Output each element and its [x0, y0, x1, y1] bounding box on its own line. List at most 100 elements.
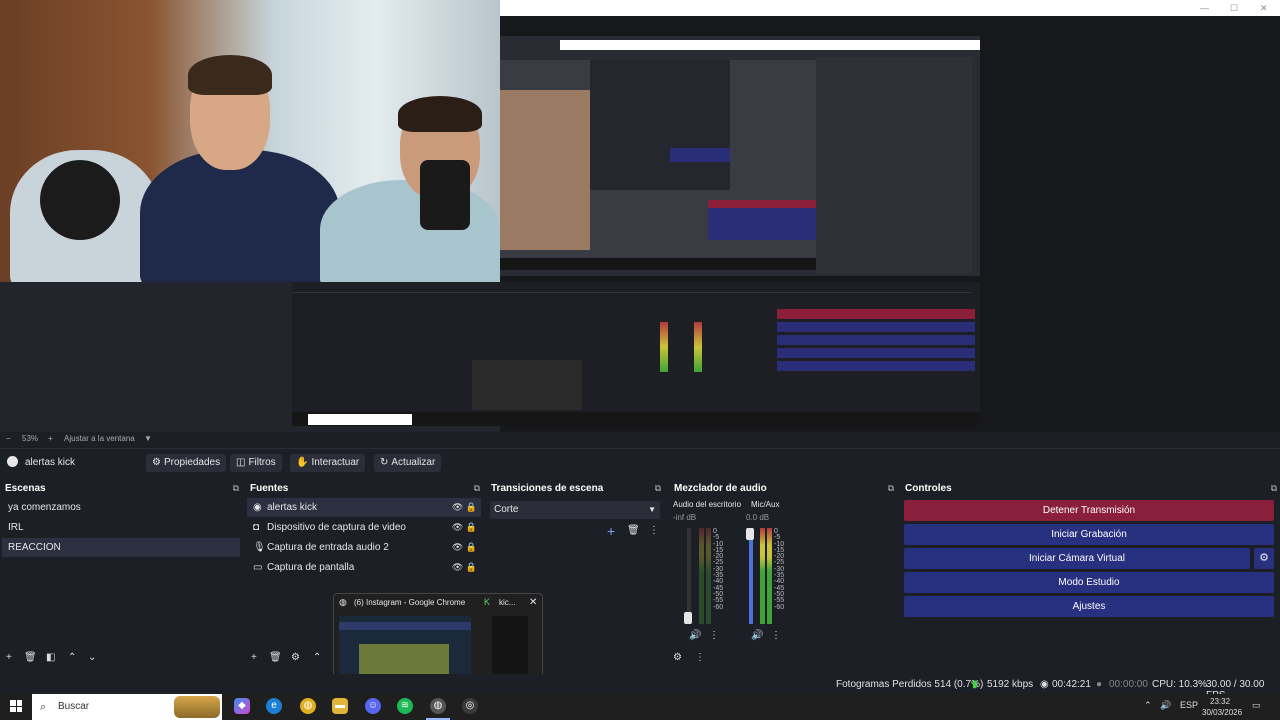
speaker-icon[interactable]: 🔊 [751, 630, 763, 641]
mixer-footer: ⚙ ⋮ [669, 652, 897, 666]
undock-icon[interactable]: ⧉ [233, 483, 239, 494]
notification-icon[interactable]: ▭ [1252, 700, 1261, 711]
scene-filters-icon[interactable]: ◧ [46, 652, 55, 663]
move-down-icon[interactable]: ⌄ [88, 652, 96, 663]
virtual-camera-settings-icon[interactable]: ⚙ [1254, 548, 1274, 569]
zoom-out-button[interactable]: − [6, 434, 11, 443]
clock-time[interactable]: 23:32 [1210, 697, 1230, 706]
volume-slider-handle[interactable] [684, 612, 692, 624]
filters-button[interactable]: ◫ Filtros [230, 454, 282, 472]
chevron-down-icon[interactable]: ▼ [144, 434, 152, 443]
interact-button[interactable]: ✋ Interactuar [290, 454, 366, 472]
window-title[interactable]: kic... [499, 598, 515, 607]
source-properties-icon[interactable]: ⚙ [291, 652, 300, 663]
add-scene-icon[interactable]: + [6, 652, 12, 663]
audio-meter [760, 528, 765, 624]
undock-icon[interactable]: ⧉ [655, 483, 661, 494]
search-highlight-image [174, 696, 220, 718]
settings-button[interactable]: Ajustes [904, 596, 1274, 617]
more-icon[interactable]: ⋮ [695, 652, 705, 663]
selected-source-name: alertas kick [25, 457, 76, 468]
eye-icon[interactable]: 👁 [452, 562, 463, 572]
nested-titlebar: — ☐ ✕ [500, 0, 1280, 16]
advanced-audio-icon[interactable]: ⚙ [673, 652, 682, 663]
meter-scale: 0 -5 -10 -15 -20 -25 -30 -35 -40 -45 -50 -55 -60 [774, 528, 784, 611]
volume-slider-track[interactable] [687, 528, 691, 624]
speaker-icon[interactable]: 🔊 [689, 630, 701, 641]
start-icon[interactable] [10, 700, 22, 712]
close-icon[interactable]: ✕ [529, 597, 537, 608]
volume-slider-handle[interactable] [746, 528, 754, 540]
eye-icon[interactable]: 👁 [452, 522, 463, 532]
more-icon[interactable]: ⋮ [649, 525, 659, 536]
zoom-bar: − 53% + Ajustar a la ventana ▼ [0, 432, 1280, 446]
channel-db: 0.0 dB [746, 513, 770, 522]
signal-icon: ▮ [972, 679, 978, 690]
obs-icon[interactable]: ◎ [462, 698, 478, 714]
close-icon: ✕ [1260, 3, 1268, 13]
copilot-icon[interactable]: ◆ [234, 698, 250, 714]
start-virtual-camera-button[interactable]: Iniciar Cámara Virtual [904, 548, 1250, 569]
source-item[interactable]: 🎙 Captura de entrada audio 2 👁 🔒 [247, 538, 481, 557]
volume-icon[interactable]: 🔊 [1160, 700, 1171, 711]
properties-button[interactable]: ⚙ Propiedades [146, 454, 227, 472]
undock-icon[interactable]: ⧉ [1271, 483, 1277, 494]
eye-icon[interactable]: 👁 [452, 542, 463, 552]
chrome-icon: ◍ [339, 597, 347, 607]
tray-overflow-icon[interactable]: ⌃ [1144, 700, 1152, 711]
chrome-profile-icon[interactable]: ◍ [430, 698, 446, 714]
record-time: 00:00:00 [1109, 679, 1148, 690]
stop-streaming-button[interactable]: Detener Transmisión [904, 500, 1274, 521]
remove-source-icon[interactable]: 🗑 [269, 652, 282, 663]
lock-icon[interactable]: 🔒 [466, 562, 477, 572]
scene-item-selected[interactable]: REACCION [2, 538, 240, 557]
transitions-title: Transiciones de escena [491, 483, 604, 494]
move-up-icon[interactable]: ⌃ [68, 652, 76, 663]
more-icon[interactable]: ⋮ [709, 630, 719, 641]
add-transition-icon[interactable]: + [607, 523, 615, 539]
refresh-button[interactable]: ↻ Actualizar [374, 454, 442, 472]
undock-icon[interactable]: ⧉ [474, 483, 480, 494]
chrome-icon[interactable]: ◍ [300, 698, 316, 714]
remove-transition-icon[interactable]: 🗑 [627, 525, 640, 536]
lock-icon[interactable]: 🔒 [466, 502, 477, 512]
audio-meter [767, 528, 772, 624]
eye-icon[interactable]: 👁 [452, 502, 463, 512]
scene-item[interactable]: IRL [2, 518, 240, 537]
studio-mode-button[interactable]: Modo Estudio [904, 572, 1274, 593]
taskbar-search[interactable]: ⌕ Buscar [32, 694, 222, 720]
discord-icon[interactable]: ☺ [365, 698, 381, 714]
nested-capture [500, 60, 816, 270]
remove-scene-icon[interactable]: 🗑 [24, 652, 37, 663]
language-indicator[interactable]: ESP [1180, 700, 1198, 710]
kick-icon: K [484, 597, 491, 607]
file-explorer-icon[interactable]: ▬ [332, 698, 348, 714]
move-up-icon[interactable]: ⌃ [313, 652, 321, 663]
edge-icon[interactable]: e [266, 698, 282, 714]
add-source-icon[interactable]: + [251, 652, 257, 663]
channel-db: -inf dB [673, 513, 697, 522]
start-recording-button[interactable]: Iniciar Grabación [904, 524, 1274, 545]
refresh-icon: ↻ [380, 457, 389, 468]
undock-icon[interactable]: ⧉ [888, 483, 894, 494]
lock-icon[interactable]: 🔒 [466, 542, 477, 552]
stream-icon: ◉ [1040, 679, 1049, 690]
volume-slider-track[interactable] [749, 528, 753, 624]
more-icon[interactable]: ⋮ [771, 630, 781, 641]
clock-date[interactable]: 30/03/2026 [1202, 708, 1242, 717]
nested-gray-area [816, 57, 972, 273]
nested-taskbar [292, 412, 980, 426]
transition-select[interactable]: Corte ▼ [490, 501, 660, 519]
lock-icon[interactable]: 🔒 [466, 522, 477, 532]
zoom-in-button[interactable]: + [48, 434, 53, 443]
window-title[interactable]: (6) Instagram - Google Chrome [354, 598, 465, 607]
spotify-icon[interactable]: ≋ [397, 698, 413, 714]
source-toolbar: alertas kick ⚙ Propiedades ◫ Filtros ✋ Inte… [0, 448, 1280, 476]
meter-scale-tick: -60 [713, 603, 724, 611]
meter-scale: 0 -5 -10 -15 -20 -25 -30 -35 -40 -45 -50 -55 -60 [713, 528, 724, 611]
source-item[interactable]: ◘ Dispositivo de captura de video 👁 🔒 [247, 518, 481, 537]
source-item[interactable]: ▭ Captura de pantalla 👁 🔒 [247, 558, 481, 577]
fit-to-window-button[interactable]: Ajustar a la ventana [64, 434, 135, 443]
source-item[interactable]: ◉ alertas kick 👁 🔒 [247, 498, 481, 517]
scene-item[interactable]: ya comenzamos [2, 498, 240, 517]
